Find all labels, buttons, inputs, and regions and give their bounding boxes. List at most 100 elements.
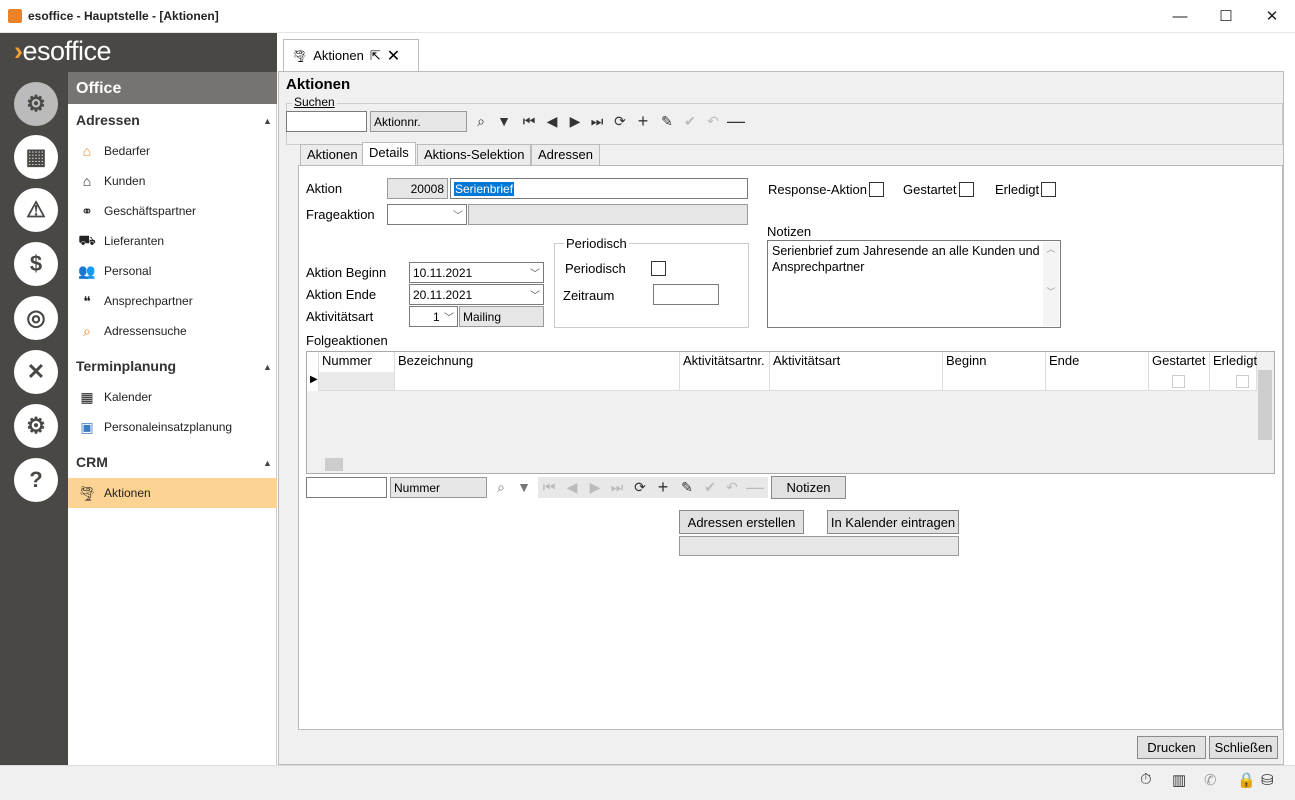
collapse-caret-icon[interactable]: ▲ [263, 458, 272, 468]
notizen-textarea[interactable]: Serienbrief zum Jahresende an alle Kunde… [767, 240, 1061, 328]
tab-aktionen-list[interactable]: Aktionen [300, 144, 365, 165]
search-icon[interactable]: ⌕ [491, 477, 511, 497]
next-record-icon[interactable]: ▶ [585, 477, 605, 497]
confirm-icon[interactable]: ✔ [680, 111, 700, 131]
search-field-select[interactable]: Aktionnr. [370, 111, 467, 132]
grid-horizontal-scrollbar[interactable] [307, 456, 1257, 473]
aktion-beginn-date[interactable]: 10.11.2021 ﹀ [409, 262, 544, 283]
nav-item-personal[interactable]: 👥 Personal [68, 256, 277, 286]
nav-section-adressen[interactable]: Adressen [76, 112, 140, 128]
periodisch-checkbox[interactable] [651, 261, 666, 276]
grid-hscroll-thumb[interactable] [325, 458, 343, 471]
nav-item-adressensuche[interactable]: ⌕ Adressensuche [68, 316, 277, 346]
table-cell[interactable] [319, 372, 395, 391]
frageaktion-select[interactable]: ﹀ [387, 204, 467, 225]
last-record-icon[interactable]: ⏭ [607, 477, 627, 497]
collapse-caret-icon[interactable]: ▲ [263, 362, 272, 372]
table-cell[interactable] [943, 372, 1046, 391]
money-icon[interactable]: $ [14, 242, 58, 286]
search-input[interactable] [286, 111, 367, 132]
column-header[interactable]: Ende [1046, 352, 1149, 372]
refresh-icon[interactable]: ⟳ [610, 111, 630, 131]
building-icon[interactable]: ▥ [1172, 771, 1186, 789]
last-record-icon[interactable]: ⏭ [587, 111, 607, 131]
search-icon[interactable]: ⌕ [471, 111, 491, 131]
nav-item-geschaeftspartner[interactable]: ⚭ Geschäftspartner [68, 196, 277, 226]
nav-section-terminplanung[interactable]: Terminplanung [76, 358, 176, 374]
erledigt-cell-checkbox[interactable] [1236, 375, 1249, 388]
add-icon[interactable]: + [633, 111, 653, 131]
delete-icon[interactable]: — [726, 111, 746, 131]
first-record-icon[interactable]: ⏮ [519, 111, 539, 131]
undo-icon[interactable]: ↶ [722, 477, 742, 497]
first-record-icon[interactable]: ⏮ [539, 477, 559, 497]
aktion-name-field[interactable]: Serienbrief [450, 178, 748, 199]
office-icon[interactable]: ⚙ [14, 82, 58, 126]
minimize-button[interactable]: — [1157, 0, 1203, 32]
filter-icon[interactable]: ▼ [514, 477, 534, 497]
phone-icon[interactable]: ✆ [1204, 771, 1217, 789]
column-header[interactable]: Aktivitätsart [770, 352, 943, 372]
planner-icon[interactable]: ▦ [14, 135, 58, 179]
aktivitaetsart-select[interactable]: 1 ﹀ [409, 306, 458, 327]
schliessen-button[interactable]: Schließen [1209, 736, 1278, 759]
stopwatch-icon[interactable]: ⏱ [1140, 771, 1152, 788]
add-icon[interactable]: + [653, 477, 673, 497]
column-header[interactable]: Nummer [319, 352, 395, 372]
nav-item-bedarfer[interactable]: ⌂ Bedarfer [68, 136, 277, 166]
alarm-icon[interactable]: ⚠ [14, 188, 58, 232]
grid-search-input[interactable] [306, 477, 387, 498]
tools-icon[interactable]: ✕ [14, 350, 58, 394]
drucken-button[interactable]: Drucken [1137, 736, 1206, 759]
notizen-scrollbar[interactable]: ︿ ﹀ [1043, 242, 1059, 326]
close-window-button[interactable]: ✕ [1249, 0, 1295, 32]
help-icon[interactable]: ? [14, 458, 58, 502]
nav-office-header[interactable]: Office [68, 72, 277, 104]
nav-item-kalender[interactable]: ▦ Kalender [68, 382, 277, 412]
nav-item-kunden[interactable]: ⌂ Kunden [68, 166, 277, 196]
confirm-icon[interactable]: ✔ [700, 477, 720, 497]
zeitraum-field[interactable] [653, 284, 719, 305]
erledigt-checkbox[interactable] [1041, 182, 1056, 197]
refresh-icon[interactable]: ⟳ [630, 477, 650, 497]
table-cell[interactable] [395, 372, 680, 391]
close-tab-icon[interactable]: ✕ [387, 46, 400, 66]
response-aktion-checkbox[interactable] [869, 182, 884, 197]
delete-icon[interactable]: — [745, 477, 765, 497]
column-header[interactable]: Beginn [943, 352, 1046, 372]
gestartet-checkbox[interactable] [959, 182, 974, 197]
nav-item-personaleinsatzplanung[interactable]: ▣ Personaleinsatzplanung [68, 412, 277, 442]
edit-icon[interactable]: ✎ [657, 111, 677, 131]
tab-details[interactable]: Details [362, 142, 416, 166]
lock-icon[interactable]: 🔒 [1237, 771, 1256, 789]
maximize-button[interactable]: ☐ [1203, 0, 1249, 32]
headset-icon[interactable]: ◎ [14, 296, 58, 340]
table-cell[interactable] [770, 372, 943, 391]
table-cell[interactable] [1210, 372, 1257, 391]
aktion-ende-date[interactable]: 20.11.2021 ﹀ [409, 284, 544, 305]
grid-search-field-select[interactable]: Nummer [390, 477, 487, 498]
table-cell[interactable] [680, 372, 770, 391]
filter-icon[interactable]: ▼ [494, 111, 514, 131]
nav-section-crm[interactable]: CRM [76, 454, 108, 470]
previous-record-icon[interactable]: ◀ [562, 477, 582, 497]
edit-icon[interactable]: ✎ [677, 477, 697, 497]
tab-adressen[interactable]: Adressen [531, 144, 600, 165]
adressen-erstellen-button[interactable]: Adressen erstellen [679, 510, 804, 534]
undo-icon[interactable]: ↶ [703, 111, 723, 131]
notizen-button[interactable]: Notizen [771, 476, 846, 499]
gestartet-cell-checkbox[interactable] [1172, 375, 1185, 388]
tab-aktions-selektion[interactable]: Aktions-Selektion [417, 144, 532, 165]
nav-item-aktionen[interactable]: 🌪 Aktionen [68, 478, 277, 508]
column-header[interactable]: Gestartet [1149, 352, 1210, 372]
column-header[interactable]: Erledigt [1210, 352, 1257, 372]
settings-icon[interactable]: ⚙ [14, 404, 58, 448]
grid-scroll-thumb[interactable] [1258, 370, 1272, 440]
previous-record-icon[interactable]: ◀ [542, 111, 562, 131]
popout-icon[interactable]: ⇱ [370, 48, 381, 64]
kalender-eintragen-button[interactable]: In Kalender eintragen [827, 510, 959, 534]
column-header[interactable]: Aktivitätsartnr. [680, 352, 770, 372]
table-cell[interactable] [1046, 372, 1149, 391]
nav-item-ansprechpartner[interactable]: ❝ Ansprechpartner [68, 286, 277, 316]
next-record-icon[interactable]: ▶ [565, 111, 585, 131]
